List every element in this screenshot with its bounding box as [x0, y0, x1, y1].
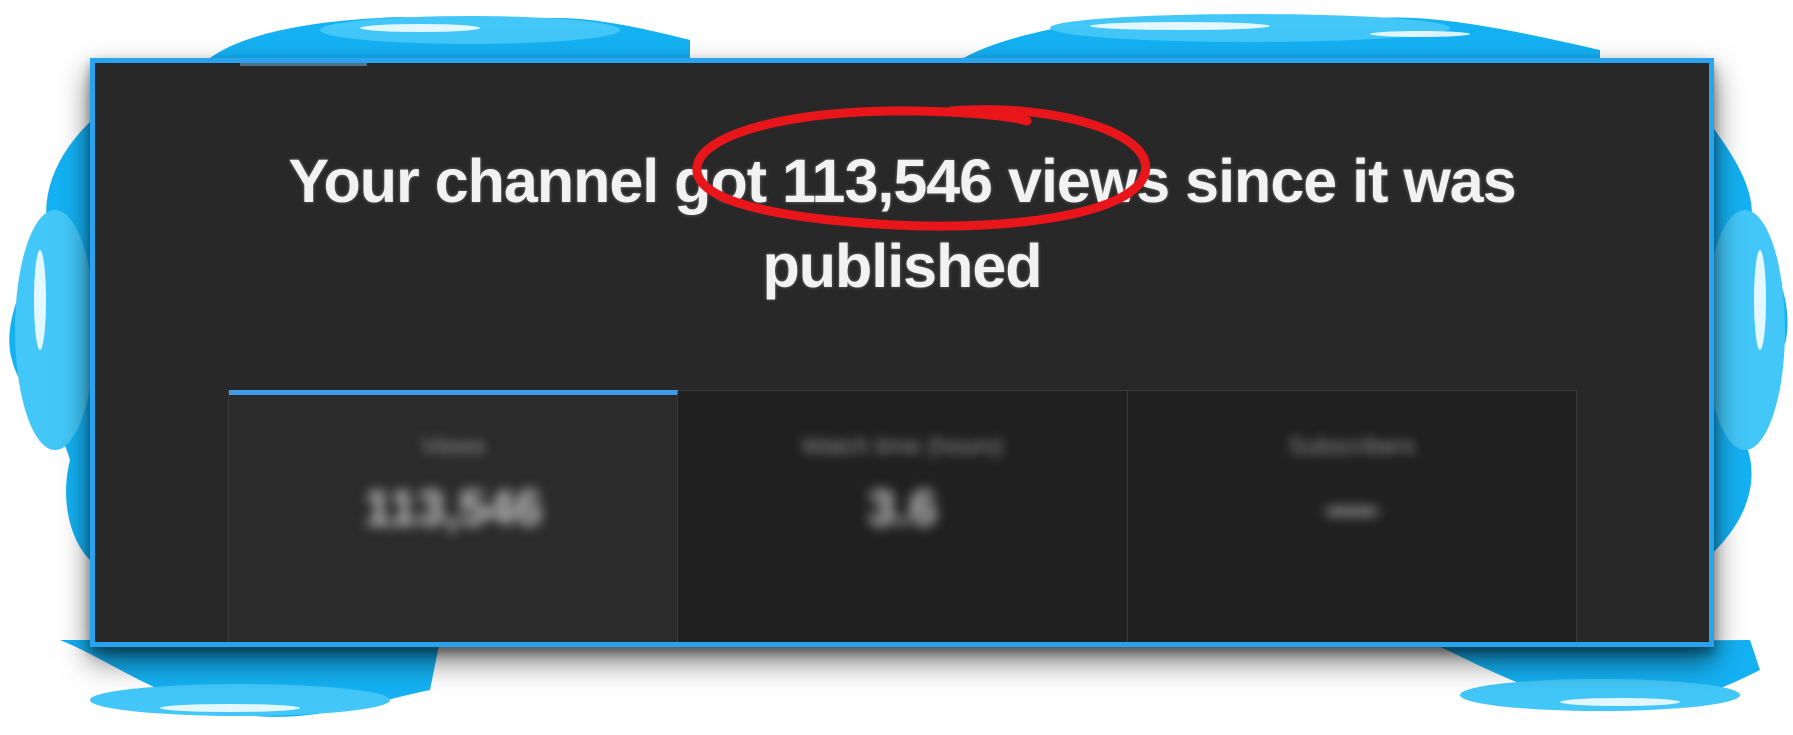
- stat-label: Watch time (hours): [801, 433, 1004, 460]
- headline-line-2: published: [762, 232, 1042, 300]
- channel-views-headline: Your channel got 113,546 views since it …: [95, 139, 1709, 309]
- stat-label: Subscribers: [1288, 433, 1416, 460]
- headline-after: since it was: [1169, 147, 1516, 215]
- headline-before: Your channel got: [288, 147, 782, 215]
- stat-value: —: [1326, 480, 1377, 536]
- stat-card-watch-time[interactable]: Watch time (hours) 3.6: [678, 391, 1128, 642]
- analytics-panel: Your channel got 113,546 views since it …: [90, 58, 1714, 647]
- stat-card-views[interactable]: Views 113,546: [229, 390, 679, 642]
- screenshot-stage: Your channel got 113,546 views since it …: [0, 0, 1793, 735]
- stats-cards: Views 113,546 Watch time (hours) 3.6 Sub…: [228, 390, 1577, 642]
- headline-line-1: Your channel got 113,546 views since it …: [95, 139, 1709, 224]
- stat-label: Views: [421, 433, 485, 460]
- stat-value: 113,546: [364, 480, 543, 536]
- headline-highlight: 113,546 views: [781, 147, 1170, 215]
- stat-value: 3.6: [867, 480, 938, 536]
- top-tab-indicator: [240, 63, 367, 66]
- stat-card-subscribers[interactable]: Subscribers —: [1127, 391, 1576, 642]
